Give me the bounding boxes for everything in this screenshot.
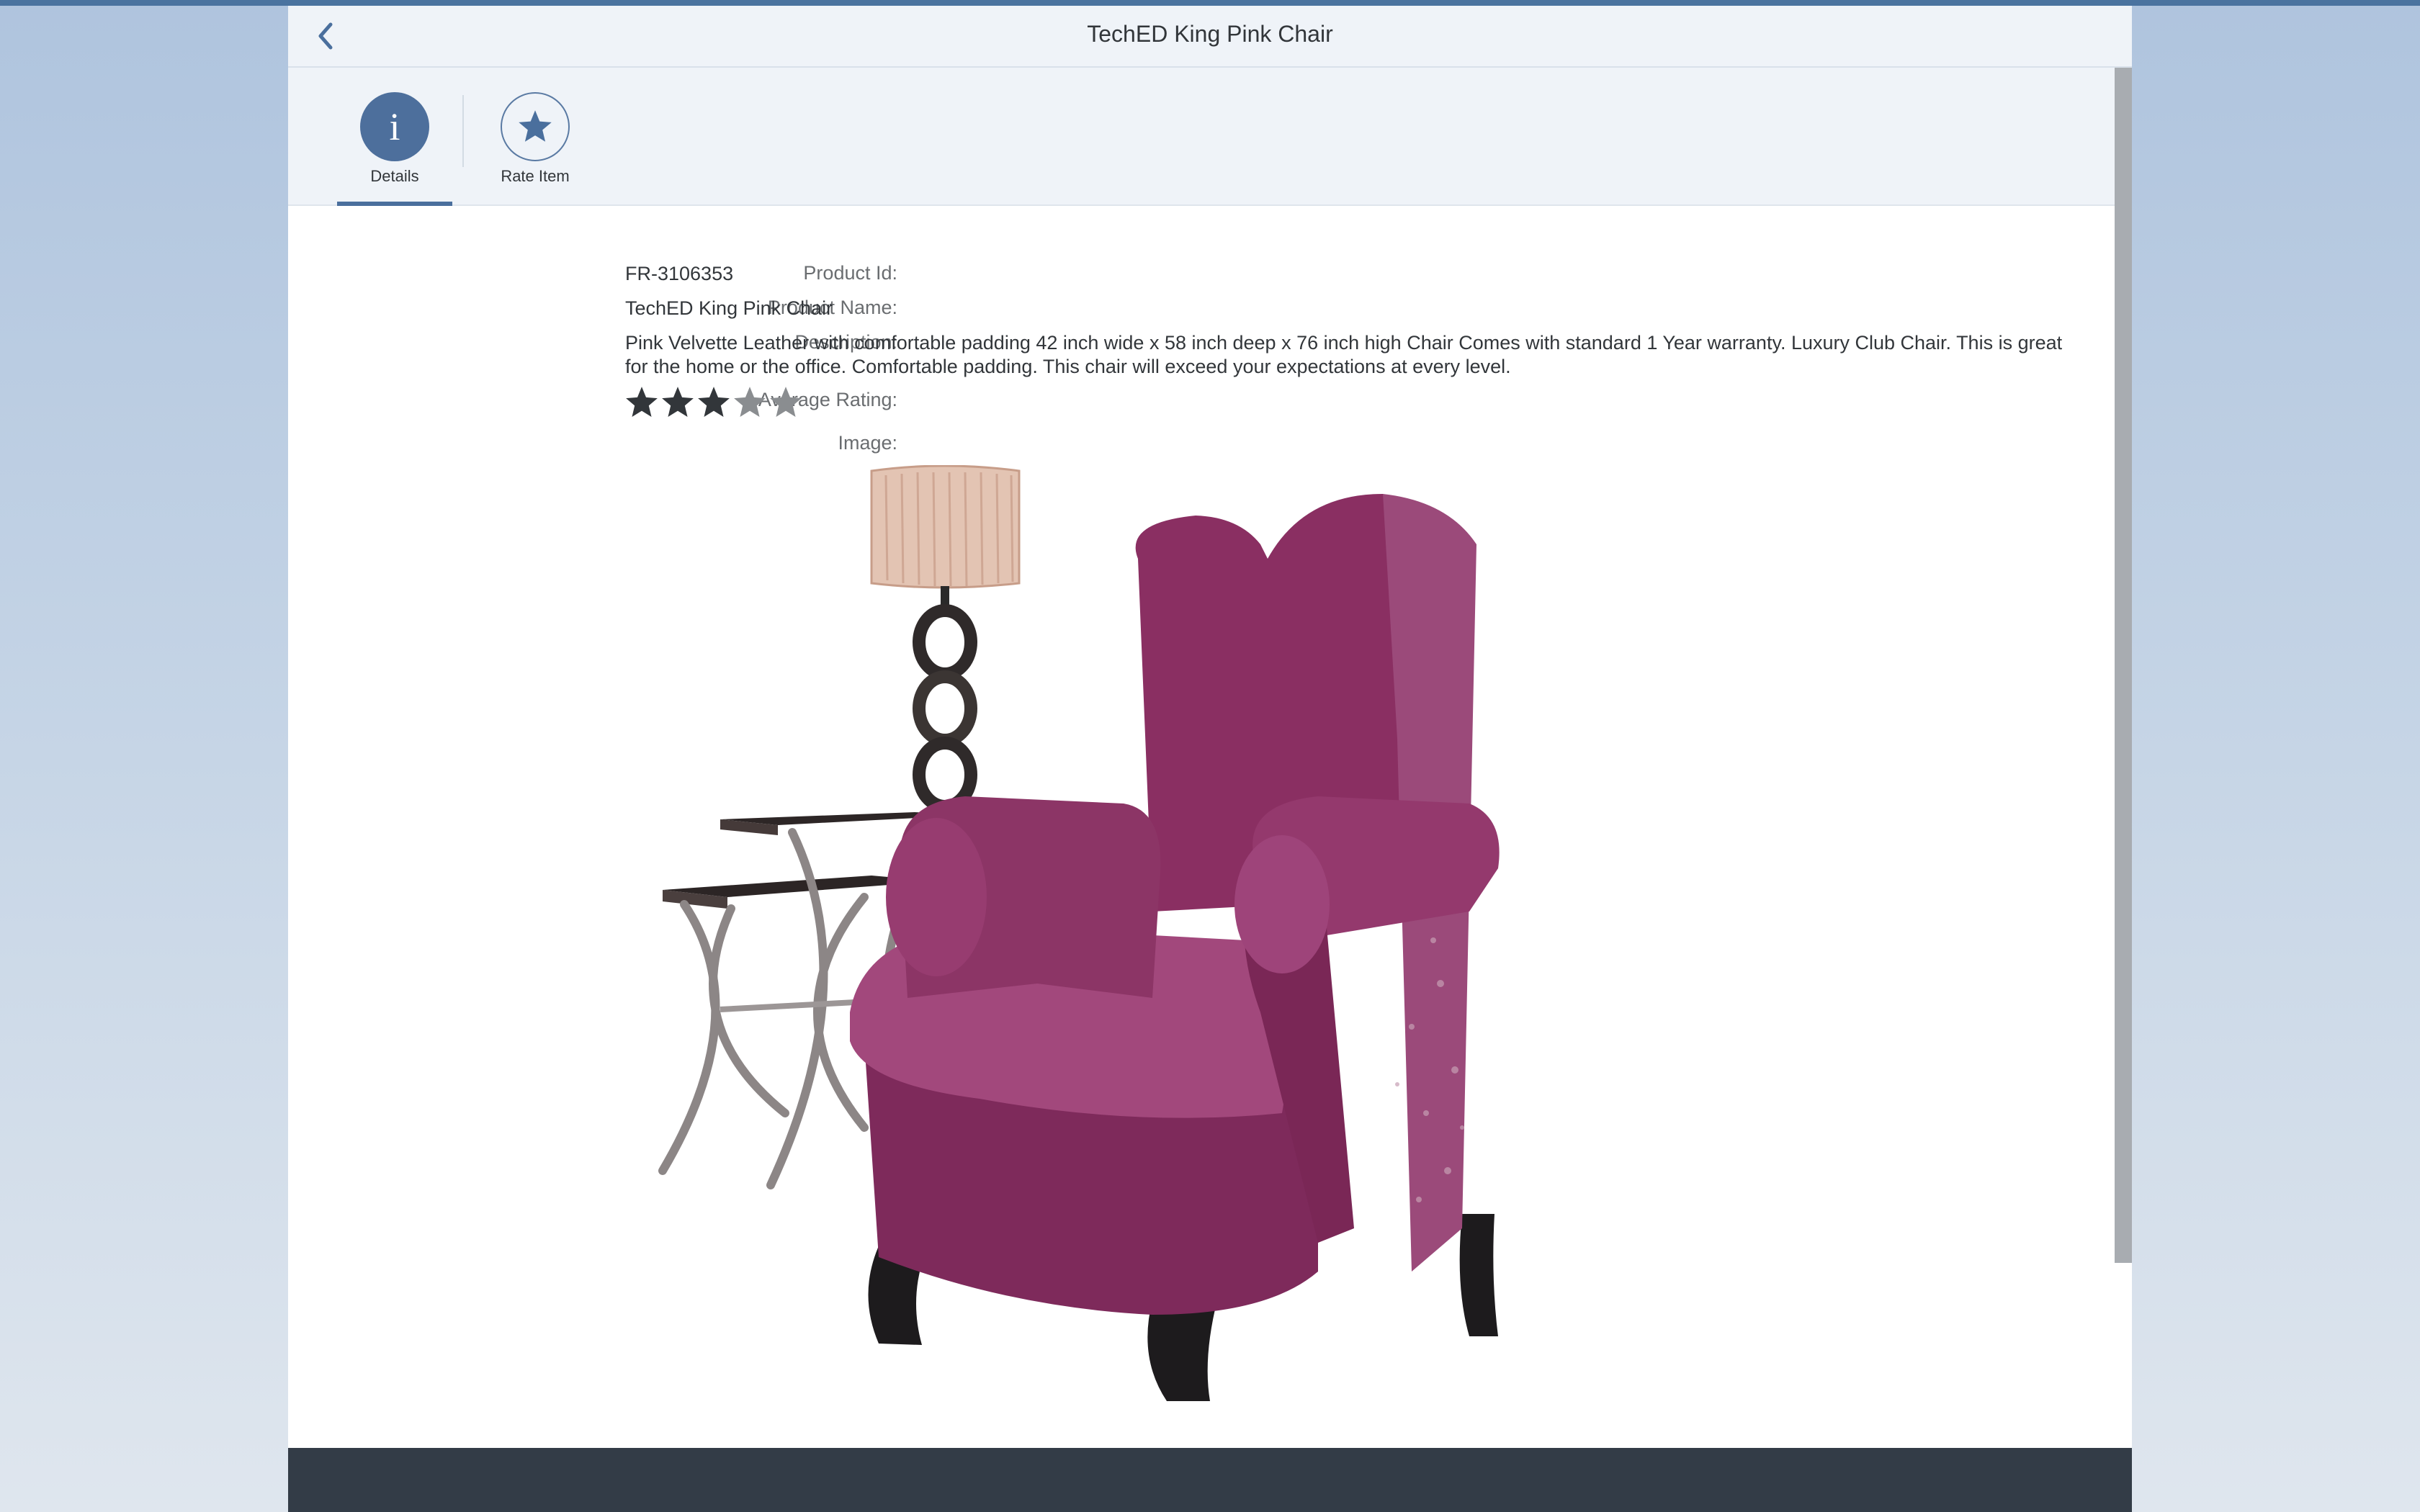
details-form: Product Id: FR-3106353 Product Name: Tec…: [288, 206, 2115, 1448]
rating-star-icon: [770, 387, 802, 417]
app-container: TechED King Pink Chair i Details Rate It…: [288, 6, 2132, 1512]
star-icon: [519, 110, 552, 142]
scrollbar[interactable]: [2115, 68, 2132, 1263]
back-button[interactable]: [307, 17, 344, 55]
rating-star-icon: [662, 387, 694, 417]
rate-tab-icon: [501, 92, 570, 161]
product-image: [658, 465, 1500, 1401]
chevron-left-icon: [318, 22, 333, 50]
image-label: Image:: [838, 432, 897, 454]
details-tab-icon: i: [360, 92, 429, 161]
tab-details-label: Details: [370, 167, 419, 185]
rating-star-icon: [626, 387, 658, 417]
rating-star-icon: [734, 387, 766, 417]
tab-details[interactable]: i Details: [337, 68, 452, 206]
rating-indicator: [624, 384, 804, 420]
tab-rate-item-label: Rate Item: [501, 167, 570, 185]
rating-star-icon: [698, 387, 730, 417]
description-value: Pink Velvette Leather with comfortable p…: [625, 332, 2063, 377]
product-name-value: TechED King Pink Chair: [625, 297, 833, 319]
product-id-value: FR-3106353: [625, 263, 734, 284]
icon-tab-bar: i Details Rate Item: [288, 68, 2132, 206]
header-bar: TechED King Pink Chair: [288, 6, 2132, 68]
svg-text:i: i: [389, 107, 400, 147]
footer-toolbar: [288, 1448, 2132, 1512]
top-strip: [0, 0, 2420, 6]
info-icon: i: [389, 107, 400, 147]
tab-separator: [462, 95, 464, 167]
tab-rate-item[interactable]: Rate Item: [474, 68, 596, 206]
page-title: TechED King Pink Chair: [1087, 21, 1333, 47]
